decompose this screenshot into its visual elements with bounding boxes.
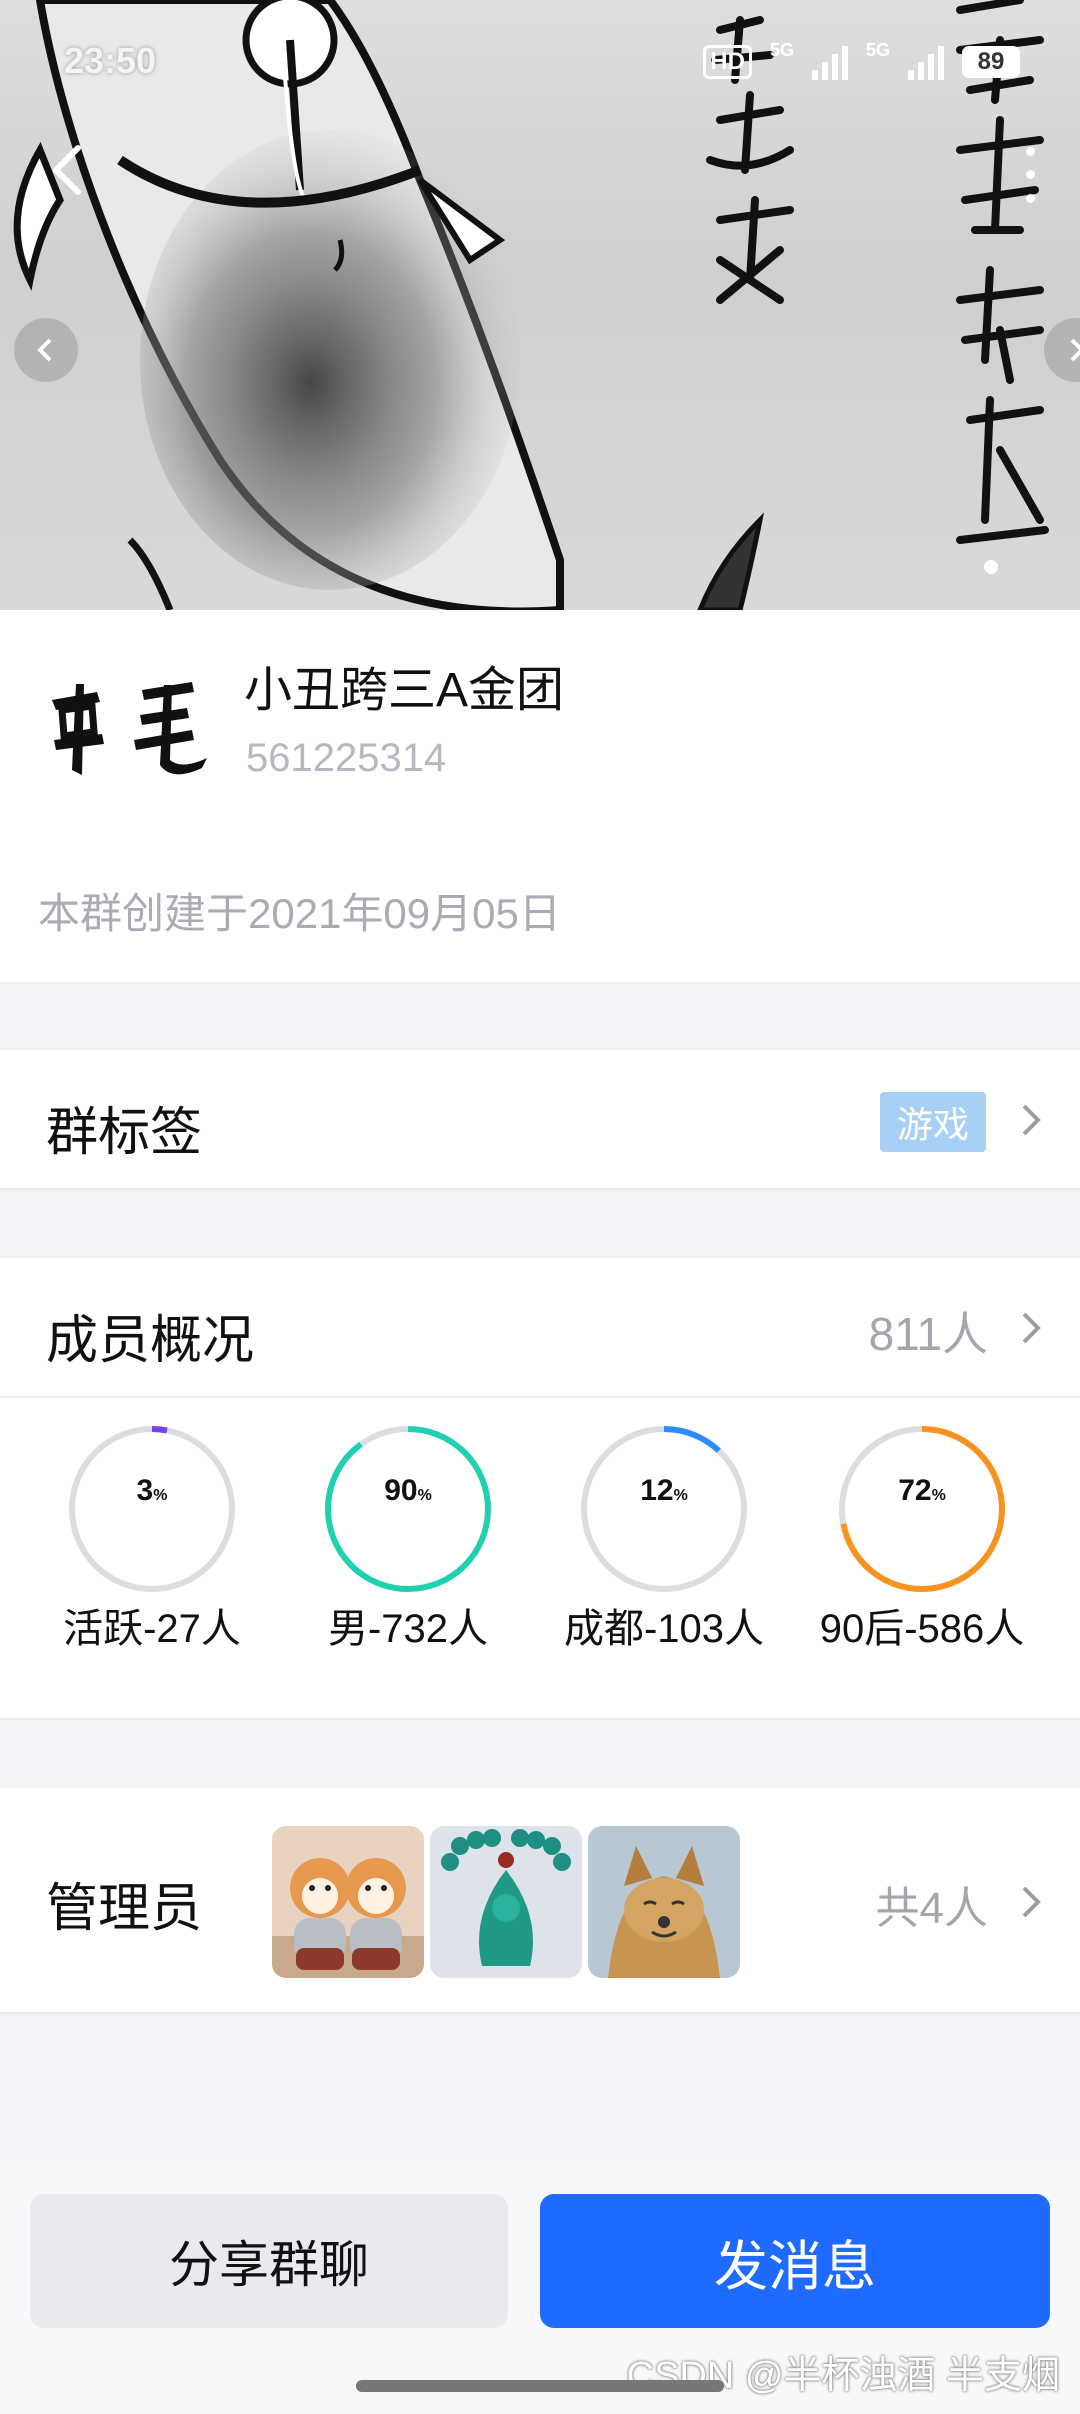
home-indicator[interactable] — [356, 2380, 724, 2392]
status-bar: 23:50 HD 5G 5G 89 — [0, 0, 1080, 120]
stat-percent: 90% — [384, 1474, 432, 1507]
network-type-2: 5G — [865, 39, 890, 60]
stat-percent: 12% — [640, 1474, 688, 1507]
stat-ring — [839, 1426, 1005, 1592]
carousel-prev-button[interactable] — [14, 318, 78, 382]
group-name: 小丑跨三A金团 — [244, 664, 565, 717]
chevron-right-icon — [1022, 1312, 1041, 1344]
members-overview-card: 成员概况 811人 3% 活跃-27人 90% 男-732人 12% 成都-103人 72%… — [0, 1258, 1080, 1720]
group-id[interactable]: 561225314 — [246, 736, 446, 781]
admins-row[interactable]: 管理员 共4人 — [0, 1788, 1080, 2014]
stat-label: 成都-103人 — [563, 1607, 765, 1651]
stat-percent: 72% — [898, 1474, 946, 1507]
carousel-indicator-dot — [984, 560, 998, 574]
group-avatar-logo[interactable] — [42, 670, 212, 780]
member-stat: 12% 成都-103人 — [544, 1424, 784, 1684]
tag-badge-game: 游戏 — [880, 1092, 986, 1152]
stat-percent: 3% — [136, 1474, 168, 1507]
more-vertical-icon[interactable] — [1010, 140, 1050, 210]
admins-total: 共4人 — [875, 1884, 988, 1933]
network-type-1: 5G — [769, 39, 794, 60]
signal-icon-2 — [908, 44, 944, 80]
battery-icon: 89 — [962, 46, 1020, 78]
chevron-right-icon — [1022, 1886, 1041, 1918]
signal-icon — [811, 44, 848, 80]
group-profile-page: 23:50 HD 5G 5G 89 小丑跨三A金团 561225314 本群创建… — [0, 0, 1080, 2414]
bottom-action-bar: 分享群聊 发消息 CSDN @半杯浊酒 半支烟 — [0, 2160, 1080, 2414]
admin-avatar-image-shiba — [272, 1826, 424, 1978]
admin-avatar-image-fox — [588, 1826, 740, 1978]
group-created-date: 本群创建于2021年09月05日 — [38, 890, 561, 937]
admin-avatar[interactable] — [588, 1826, 740, 1978]
group-tags-title: 群标签 — [46, 1104, 203, 1162]
share-group-button[interactable]: 分享群聊 — [30, 2194, 508, 2328]
chevron-right-icon — [1022, 1104, 1041, 1136]
send-message-button[interactable]: 发消息 — [540, 2194, 1050, 2328]
admin-avatar[interactable] — [272, 1826, 424, 1978]
group-cover-image[interactable]: 23:50 HD 5G 5G 89 — [0, 0, 1080, 610]
member-stat: 3% 活跃-27人 — [32, 1424, 272, 1684]
admins-title: 管理员 — [46, 1880, 203, 1938]
stat-label: 活跃-27人 — [63, 1607, 241, 1651]
stat-ring — [325, 1426, 491, 1592]
chevron-left-small-icon — [37, 338, 52, 362]
admin-avatar-image-jade — [430, 1826, 582, 1978]
members-overview-row[interactable]: 成员概况 811人 — [0, 1258, 1080, 1398]
stat-ring-progress — [325, 1426, 491, 1592]
stat-ring-track — [581, 1426, 747, 1592]
chevron-right-small-icon — [1070, 338, 1080, 362]
group-tags-row[interactable]: 群标签 游戏 — [0, 1050, 1080, 1190]
chevron-left-icon[interactable] — [40, 140, 100, 200]
member-stat: 90% 男-732人 — [288, 1424, 528, 1684]
members-overview-title: 成员概况 — [46, 1312, 255, 1370]
status-icons: HD 5G 5G 89 — [703, 40, 1020, 80]
stat-ring — [581, 1426, 747, 1592]
status-time: 23:50 — [64, 40, 157, 81]
carousel-next-button[interactable] — [1044, 318, 1080, 382]
stat-label: 90后-586人 — [819, 1607, 1025, 1651]
stat-label: 男-732人 — [327, 1607, 489, 1651]
members-count: 811人 — [868, 1308, 988, 1360]
stat-ring-track — [69, 1426, 235, 1592]
group-info-section: 小丑跨三A金团 561225314 本群创建于2021年09月05日 — [0, 610, 1080, 982]
stat-ring — [69, 1426, 235, 1592]
hd-icon: HD — [703, 45, 752, 79]
admin-avatar[interactable] — [430, 1826, 582, 1978]
member-stat: 72% 90后-586人 — [802, 1424, 1042, 1684]
